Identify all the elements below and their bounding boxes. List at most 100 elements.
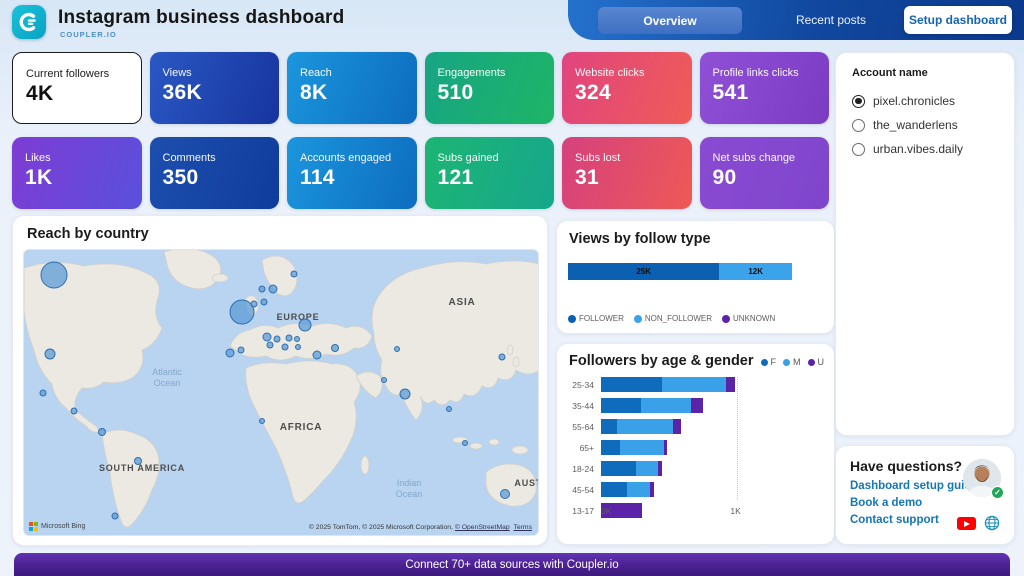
followers-seg-f[interactable]: [601, 482, 627, 497]
reach-bubble-2[interactable]: [40, 390, 46, 396]
globe-icon[interactable]: [984, 515, 1000, 531]
followers-bars: [601, 377, 822, 392]
reach-bubble-7[interactable]: [226, 349, 234, 357]
reach-bubble-32[interactable]: [501, 490, 510, 499]
followers-chart: 25-3435-4455-6465+18-2445-5413-170K1K: [567, 377, 822, 518]
followers-seg-f[interactable]: [601, 461, 636, 476]
reach-bubble-30[interactable]: [260, 419, 265, 424]
kpi-card-subs-lost[interactable]: Subs lost31: [562, 137, 692, 209]
followers-seg-m[interactable]: [620, 440, 664, 455]
reach-bubble-24[interactable]: [332, 345, 339, 352]
followers-seg-u[interactable]: [658, 461, 663, 476]
reach-bubble-20[interactable]: [282, 344, 288, 350]
radio-icon[interactable]: [852, 143, 865, 156]
kpi-card-website-clicks[interactable]: Website clicks324: [562, 52, 692, 124]
followers-seg-f[interactable]: [601, 377, 662, 392]
kpi-card-net-subs-change[interactable]: Net subs change90: [700, 137, 830, 209]
reach-bubble-6[interactable]: [112, 513, 118, 519]
link-book-a-demo[interactable]: Book a demo: [850, 497, 922, 509]
radio-icon[interactable]: [852, 119, 865, 132]
kpi-card-accounts-engaged[interactable]: Accounts engaged114: [287, 137, 417, 209]
reach-bubble-3[interactable]: [71, 408, 77, 414]
kpi-card-value: 1K: [25, 166, 129, 190]
kpi-card-reach[interactable]: Reach8K: [287, 52, 417, 124]
kpi-card-current-followers[interactable]: Current followers4K: [12, 52, 142, 124]
followers-seg-f[interactable]: [601, 440, 620, 455]
reach-bubble-21[interactable]: [296, 345, 301, 350]
followers-seg-m[interactable]: [627, 482, 650, 497]
fol-legend-m[interactable]: M: [783, 357, 801, 367]
reach-bubble-25[interactable]: [395, 347, 400, 352]
legend-non-follower[interactable]: NON_FOLLOWER: [634, 314, 712, 323]
reach-bubble-9[interactable]: [230, 300, 254, 324]
followers-bars: [601, 419, 822, 434]
followers-seg-m[interactable]: [636, 461, 658, 476]
followers-seg-u[interactable]: [691, 398, 703, 413]
followers-age-label: 55-64: [567, 422, 594, 432]
reach-bubble-11[interactable]: [259, 286, 265, 292]
followers-seg-m[interactable]: [662, 377, 726, 392]
views-segment-non-follower[interactable]: 12K: [719, 263, 792, 280]
kpi-card-profile-links-clicks[interactable]: Profile links clicks541: [700, 52, 830, 124]
reach-bubble-5[interactable]: [135, 458, 142, 465]
kpi-card-subs-gained[interactable]: Subs gained121: [425, 137, 555, 209]
legend-unknown[interactable]: UNKNOWN: [722, 314, 775, 323]
setup-dashboard-button[interactable]: Setup dashboard: [904, 6, 1012, 34]
reach-bubble-28[interactable]: [499, 354, 505, 360]
followers-row-18-24: 18-24: [567, 461, 822, 476]
views-stacked-bar: 25K12K: [568, 263, 792, 280]
followers-seg-f[interactable]: [601, 398, 641, 413]
account-option-label: urban.vibes.daily: [873, 142, 963, 156]
followers-seg-u[interactable]: [650, 482, 654, 497]
views-segment-follower[interactable]: 25K: [568, 263, 719, 280]
legend-follower[interactable]: FOLLOWER: [568, 314, 624, 323]
followers-age-label: 13-17: [567, 506, 594, 516]
kpi-card-likes[interactable]: Likes1K: [12, 137, 142, 209]
kpi-card-engagements[interactable]: Engagements510: [425, 52, 555, 124]
kpi-card-comments[interactable]: Comments350: [150, 137, 280, 209]
account-option-the-wanderlens[interactable]: the_wanderlens: [852, 113, 1004, 137]
reach-bubble-26[interactable]: [382, 378, 387, 383]
followers-seg-m[interactable]: [617, 419, 673, 434]
account-option-pixel-chronicles[interactable]: pixel.chronicles: [852, 89, 1004, 113]
reach-bubble-14[interactable]: [261, 299, 267, 305]
reach-bubble-17[interactable]: [286, 335, 292, 341]
reach-bubble-19[interactable]: [267, 342, 273, 348]
world-map[interactable]: ASIAEUROPEAFRICASOUTH AMERICAAUSTRALIAAt…: [23, 249, 539, 536]
followers-seg-f[interactable]: [601, 419, 617, 434]
terms-link[interactable]: Terms: [513, 524, 532, 531]
reach-bubble-31[interactable]: [463, 441, 468, 446]
reach-bubble-16[interactable]: [274, 336, 280, 342]
fol-legend-u[interactable]: U: [808, 357, 825, 367]
reach-bubble-10[interactable]: [251, 301, 257, 307]
reach-bubble-8[interactable]: [238, 347, 244, 353]
reach-bubble-23[interactable]: [313, 351, 321, 359]
reach-bubble-15[interactable]: [263, 333, 271, 341]
followers-seg-u[interactable]: [664, 440, 667, 455]
tab-recent-posts[interactable]: Recent posts: [766, 0, 896, 40]
tab-overview[interactable]: Overview: [598, 7, 742, 34]
radio-selected-icon[interactable]: [852, 95, 865, 108]
reach-bubble-27[interactable]: [400, 389, 410, 399]
reach-bubble-0[interactable]: [41, 262, 67, 288]
link-dashboard-setup-guide[interactable]: Dashboard setup guide: [850, 480, 978, 492]
kpi-card-views[interactable]: Views36K: [150, 52, 280, 124]
map-label-ocean: Ocean: [154, 378, 181, 388]
reach-bubble-1[interactable]: [45, 349, 55, 359]
footer-banner[interactable]: Connect 70+ data sources with Coupler.io: [14, 553, 1010, 576]
reach-bubble-22[interactable]: [299, 319, 311, 331]
account-option-urban-vibes-daily[interactable]: urban.vibes.daily: [852, 137, 1004, 161]
followers-seg-u[interactable]: [726, 377, 734, 392]
osm-link[interactable]: © OpenStreetMap: [455, 524, 510, 531]
reach-bubble-12[interactable]: [269, 285, 277, 293]
fol-legend-f[interactable]: F: [761, 357, 777, 367]
followers-seg-m[interactable]: [641, 398, 691, 413]
kpi-card-label: Subs gained: [438, 152, 542, 164]
youtube-icon[interactable]: [957, 517, 976, 530]
link-contact-support[interactable]: Contact support: [850, 514, 939, 526]
reach-bubble-4[interactable]: [99, 429, 106, 436]
reach-bubble-18[interactable]: [295, 337, 300, 342]
reach-bubble-29[interactable]: [447, 407, 452, 412]
followers-seg-u[interactable]: [673, 419, 681, 434]
reach-bubble-13[interactable]: [291, 271, 297, 277]
